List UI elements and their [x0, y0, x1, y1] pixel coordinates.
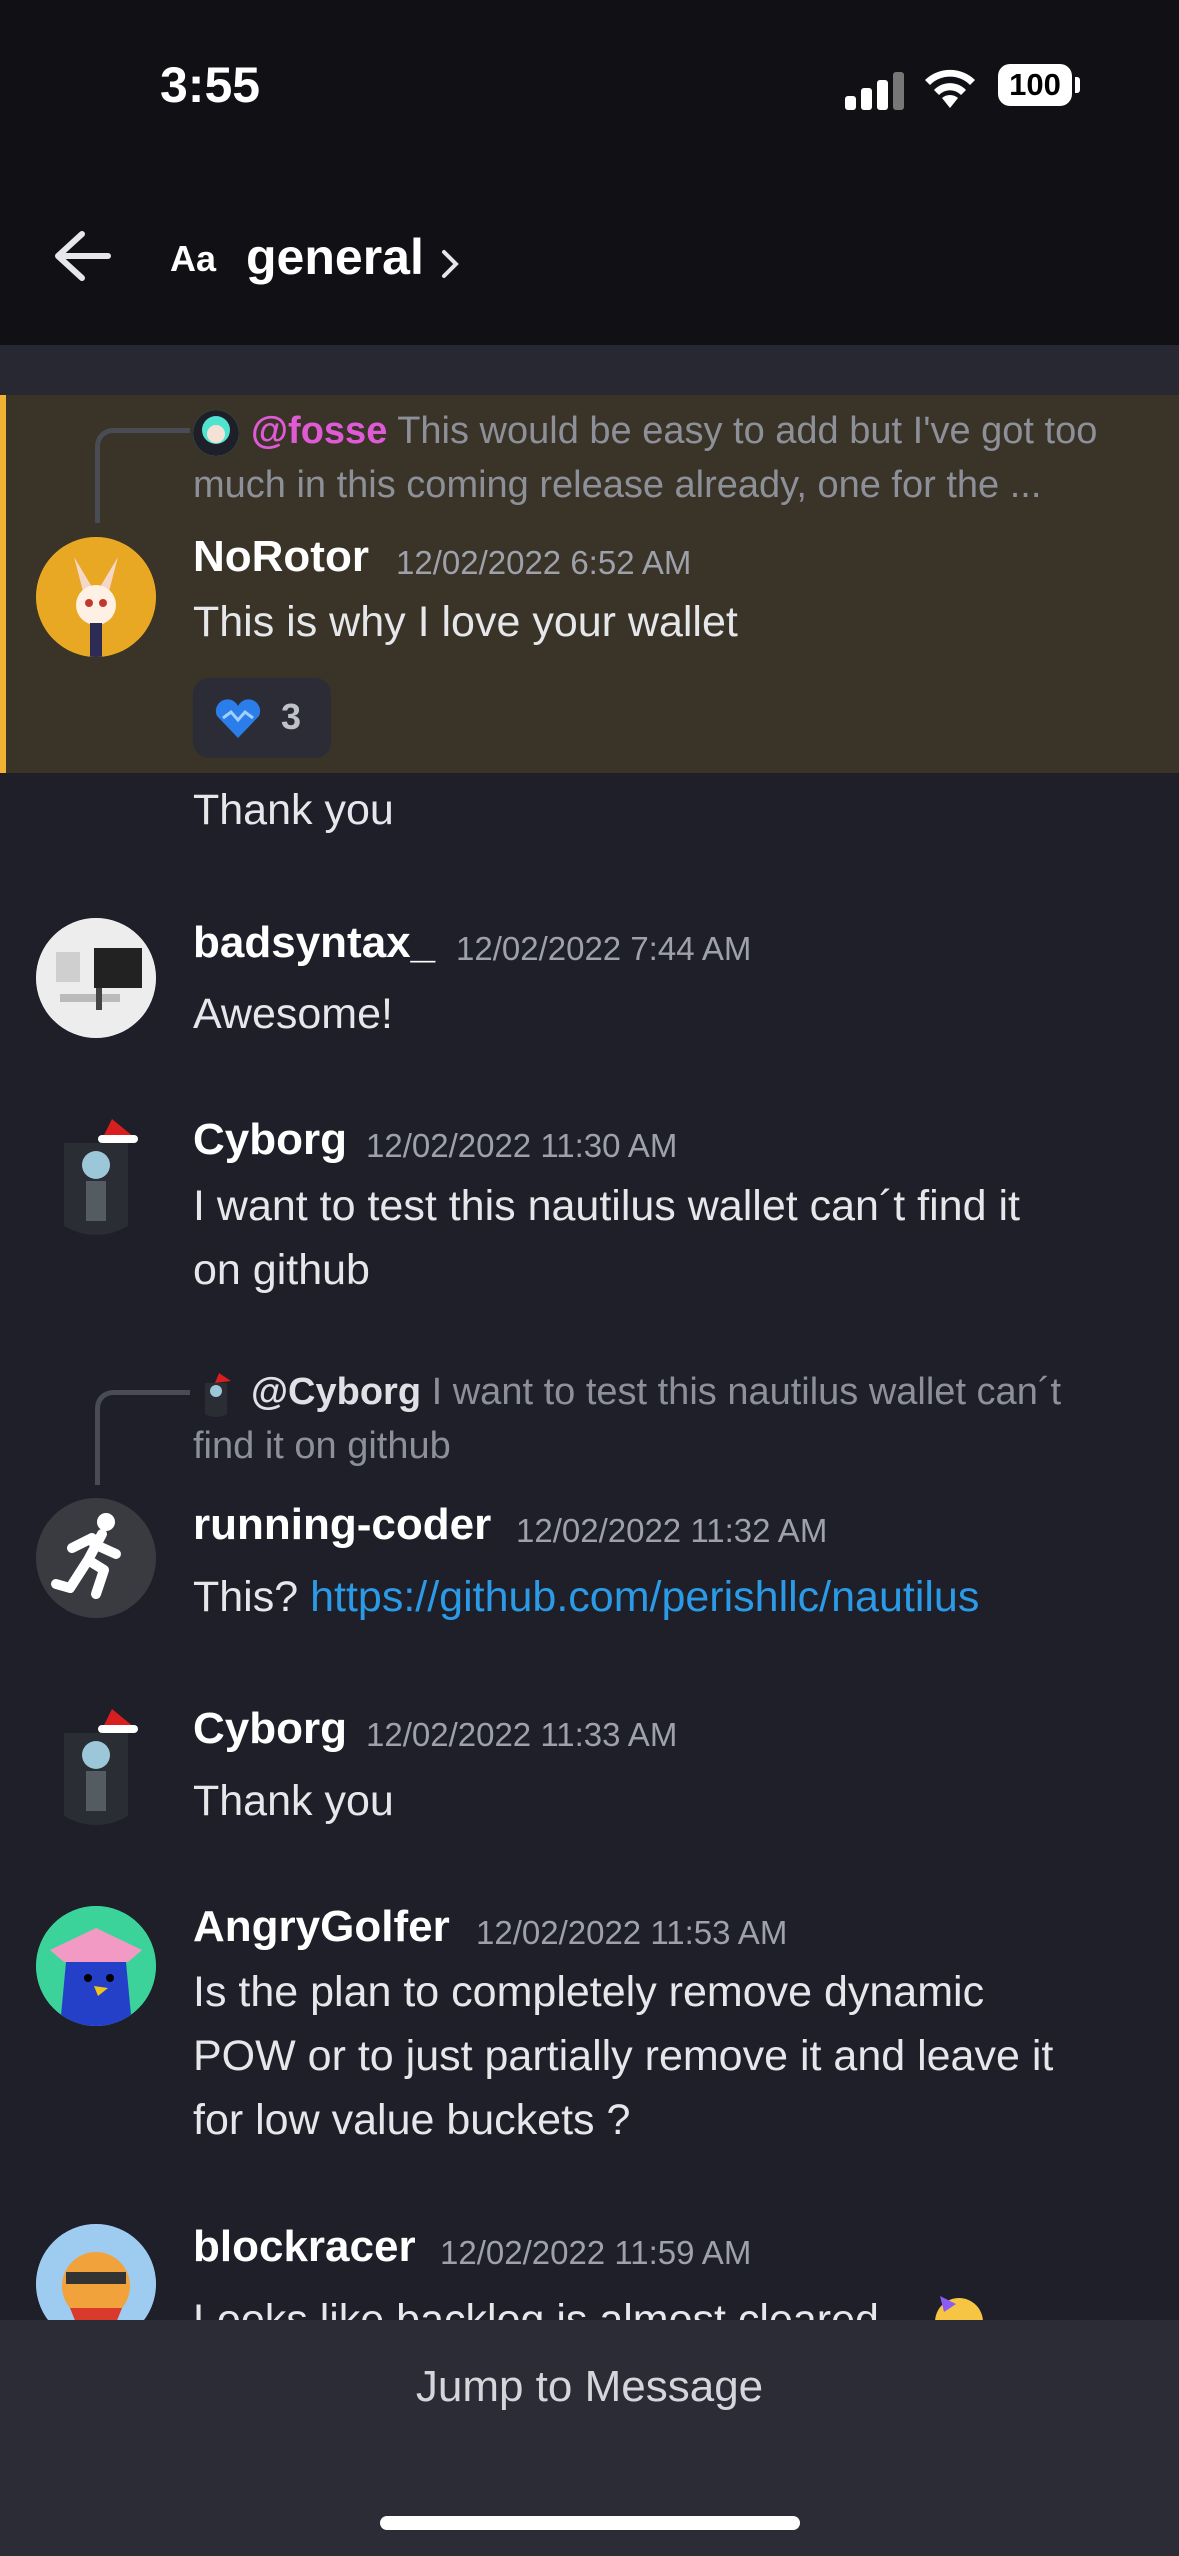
github-link[interactable]: https://github.com/perishllc/nautilus: [310, 1573, 979, 1621]
message-text: Awesome!: [193, 990, 393, 1038]
timestamp: 12/02/2022 11:53 AM: [476, 1914, 788, 1951]
heart-icon: [215, 699, 261, 738]
wifi-icon: [925, 69, 975, 108]
back-arrow-icon[interactable]: [52, 230, 112, 282]
divider: [0, 345, 1179, 395]
author-name[interactable]: blockracer: [193, 2222, 416, 2272]
reply-mention[interactable]: @fosse: [251, 410, 387, 452]
avatar[interactable]: [36, 1115, 156, 1235]
cellular-signal-icon: [845, 70, 905, 110]
message-text: on github: [193, 1246, 370, 1294]
message-text: for low value buckets ?: [193, 2096, 631, 2144]
status-bar: 3:55 100: [0, 0, 1179, 160]
author-name[interactable]: badsyntax_: [193, 918, 435, 968]
jump-to-message-button[interactable]: Jump to Message: [0, 2362, 1179, 2412]
reply-avatar: [193, 1371, 239, 1417]
timestamp: 12/02/2022 11:30 AM: [366, 1127, 678, 1164]
reply-snippet: I want to test this nautilus wallet can´…: [431, 1371, 1062, 1413]
home-indicator[interactable]: [380, 2516, 800, 2530]
reaction-chip[interactable]: 3: [193, 678, 331, 758]
status-time: 3:55: [160, 57, 261, 113]
message-text: This? https://github.com/perishllc/nauti…: [193, 1565, 979, 1629]
highlight-indicator: [0, 395, 6, 773]
author-name[interactable]: running-coder: [193, 1500, 491, 1550]
channel-title[interactable]: general: [246, 228, 424, 286]
timestamp: 12/02/2022 7:44 AM: [456, 930, 752, 967]
reply-connector: [95, 428, 190, 523]
timestamp: 12/02/2022 11:59 AM: [440, 2234, 752, 2271]
reply-preview[interactable]: @Cyborg I want to test this nautilus wal…: [193, 1365, 1153, 1473]
author-name[interactable]: NoRotor: [193, 532, 369, 582]
message-prefix: This?: [193, 1573, 299, 1621]
avatar[interactable]: [36, 1498, 156, 1618]
reply-snippet: find it on github: [193, 1425, 451, 1467]
reply-connector: [95, 1390, 190, 1485]
message-text: Thank you: [193, 786, 394, 834]
message-text: Is the plan to completely remove dynamic: [193, 1968, 985, 2016]
timestamp: 12/02/2022 11:33 AM: [366, 1716, 678, 1753]
avatar[interactable]: [36, 1906, 156, 2026]
message-text: POW or to just partially remove it and l…: [193, 2032, 1054, 2080]
author-name[interactable]: Cyborg: [193, 1115, 347, 1165]
battery-icon: 100: [998, 64, 1072, 106]
battery-tip: [1075, 77, 1080, 93]
author-name[interactable]: AngryGolfer: [193, 1902, 450, 1952]
channel-header: Aa general: [0, 160, 1179, 345]
message-text: Thank you: [193, 1777, 394, 1825]
reply-mention[interactable]: @Cyborg: [251, 1371, 421, 1413]
avatar[interactable]: [36, 1705, 156, 1825]
timestamp: 12/02/2022 6:52 AM: [396, 544, 692, 581]
avatar[interactable]: [36, 918, 156, 1038]
jump-bar: Jump to Message: [0, 2320, 1179, 2556]
reply-preview[interactable]: @fosse This would be easy to add but I'v…: [193, 404, 1153, 512]
reaction-count: 3: [281, 696, 302, 737]
avatar[interactable]: [36, 537, 156, 657]
author-name[interactable]: Cyborg: [193, 1704, 347, 1754]
message-text: I want to test this nautilus wallet can´…: [193, 1182, 1020, 1230]
timestamp: 12/02/2022 11:32 AM: [516, 1512, 828, 1549]
reply-avatar: [193, 409, 239, 456]
chevron-right-icon[interactable]: [440, 248, 460, 280]
message-text: This is why I love your wallet: [193, 598, 738, 646]
text-channel-icon: Aa: [170, 238, 217, 279]
